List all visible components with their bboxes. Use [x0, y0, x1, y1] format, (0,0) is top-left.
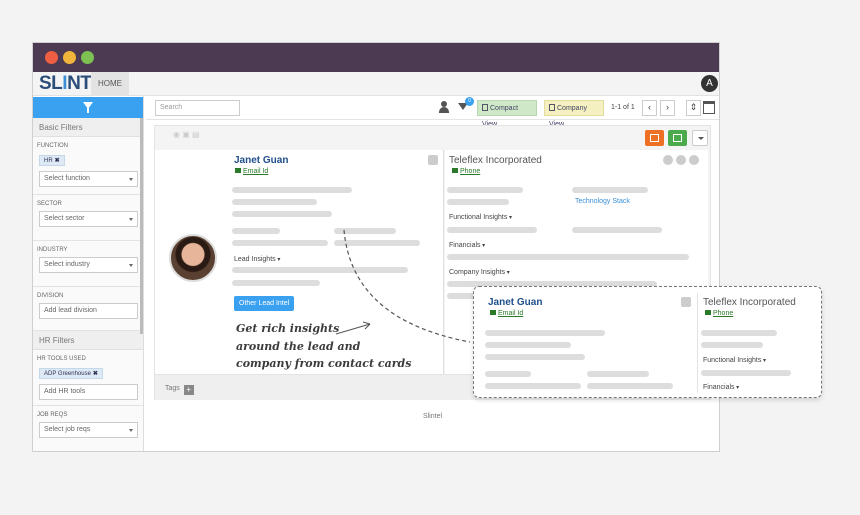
remove-chip-icon[interactable]: ✖ [93, 371, 98, 377]
maximize-window-button[interactable] [81, 51, 94, 64]
zoom-email-link[interactable]: Email Id [490, 310, 523, 317]
chevron-down-icon [129, 178, 133, 181]
home-tab[interactable]: HOME [91, 72, 129, 96]
company-insights-toggle[interactable]: Company Insights [449, 269, 510, 276]
chevron-down-icon [129, 218, 133, 221]
save-lead-button[interactable] [645, 130, 664, 146]
basic-filters-header: Basic Filters [33, 118, 143, 137]
lead-photo [169, 234, 217, 282]
hr-tools-label: HR TOOLS USED [37, 356, 86, 362]
zoom-lead-name[interactable]: Janet Guan [488, 297, 542, 308]
next-page-button[interactable]: › [660, 100, 675, 116]
close-window-button[interactable] [45, 51, 58, 64]
document-icon [482, 104, 488, 111]
email-link[interactable]: Email Id [235, 168, 268, 175]
more-actions-button[interactable] [692, 130, 708, 146]
footer-text: Slintel [422, 413, 443, 420]
save-icon[interactable]: ▣ [182, 130, 190, 139]
card-action-icons: ◉ ▣ ▤ [173, 130, 200, 139]
zoom-financials[interactable]: Financials [703, 384, 739, 391]
chevron-down-icon [129, 264, 133, 267]
email-lead-button[interactable] [668, 130, 687, 146]
lead-name[interactable]: Janet Guan [234, 155, 288, 166]
search-input[interactable]: Search [155, 100, 240, 116]
linkedin-icon[interactable] [689, 155, 699, 165]
document-icon[interactable]: ▤ [192, 130, 200, 139]
linkedin-icon[interactable] [681, 297, 691, 307]
filter-sidebar: Basic Filters FUNCTION HR ✖ Select functi… [33, 97, 144, 451]
hr-filters-header: HR Filters [33, 331, 143, 350]
job-reqs-label: JOB REQS [37, 412, 68, 418]
division-label: DIVISION [37, 293, 64, 299]
calendar-icon[interactable] [703, 101, 715, 114]
phone-link[interactable]: Phone [452, 168, 480, 175]
zoom-phone-link[interactable]: Phone [705, 310, 733, 317]
pagination-text: 1-1 of 1 [611, 104, 635, 111]
other-lead-intel-button[interactable]: Other Lead Intel [234, 296, 295, 311]
company-view-button[interactable]: Company View [544, 100, 604, 128]
function-chip[interactable]: HR ✖ [39, 155, 65, 166]
facebook-icon[interactable] [663, 155, 673, 165]
sector-label: SECTOR [37, 201, 62, 207]
filter-icon [83, 102, 93, 113]
envelope-icon [490, 310, 496, 315]
envelope-icon [673, 134, 682, 142]
envelope-icon [235, 168, 241, 173]
lead-contact-card: Janet Guan Email Id Lead Insights Other … [228, 150, 444, 374]
phone-icon [452, 168, 458, 173]
minimize-window-button[interactable] [63, 51, 76, 64]
linkedin-icon[interactable] [428, 155, 438, 165]
financials-toggle[interactable]: Financials [449, 242, 485, 249]
function-label: FUNCTION [37, 143, 68, 149]
annotation-text: Get rich insights around the lead and co… [236, 322, 412, 370]
filter-toggle[interactable] [33, 97, 143, 118]
hr-tools-chip[interactable]: ADP Greenhouse ✖ [39, 368, 103, 379]
tags-label: Tags [165, 385, 180, 392]
remove-chip-icon[interactable]: ✖ [55, 158, 60, 164]
top-navbar: SLINTEL HOME A [33, 72, 719, 96]
photo-column [155, 150, 228, 374]
document-icon [549, 104, 555, 111]
division-input[interactable]: Add lead division [39, 303, 138, 319]
lead-insights-toggle[interactable]: Lead Insights [234, 256, 280, 263]
sidebar-scrollbar[interactable] [140, 118, 143, 334]
window-titlebar [33, 43, 719, 72]
industry-label: INDUSTRY [37, 247, 68, 253]
prev-page-button[interactable]: ‹ [642, 100, 657, 116]
hr-tools-input[interactable]: Add HR tools [39, 384, 138, 400]
compact-view-button[interactable]: Compact View [477, 100, 537, 128]
results-toolbar: Search 0 Compact View Company View 1-1 o… [146, 97, 719, 128]
technology-stack-link[interactable]: Technology Stack [575, 198, 630, 205]
phone-icon [705, 310, 711, 315]
user-avatar[interactable]: A [701, 75, 718, 92]
sort-button[interactable]: ⇕ [686, 100, 701, 116]
zoom-company-name[interactable]: Teleflex Incorporated [703, 297, 796, 308]
save-icon [650, 134, 659, 142]
zoomed-contact-card: Janet Guan Email Id Teleflex Incorporate… [473, 286, 822, 398]
company-name[interactable]: Teleflex Incorporated [449, 155, 542, 166]
functional-insights-toggle[interactable]: Functional Insights [449, 214, 512, 221]
add-tag-button[interactable]: + [183, 385, 194, 395]
sector-select[interactable]: Select sector [39, 211, 138, 227]
eye-icon[interactable]: ◉ [173, 130, 180, 139]
industry-select[interactable]: Select industry [39, 257, 138, 273]
zoom-functional-insights[interactable]: Functional Insights [703, 357, 766, 364]
filter-count-badge: 0 [465, 97, 474, 106]
chevron-down-icon [129, 429, 133, 432]
person-icon[interactable] [438, 101, 450, 114]
twitter-icon[interactable] [676, 155, 686, 165]
job-reqs-select[interactable]: Select job reqs [39, 422, 138, 438]
function-select[interactable]: Select function [39, 171, 138, 187]
